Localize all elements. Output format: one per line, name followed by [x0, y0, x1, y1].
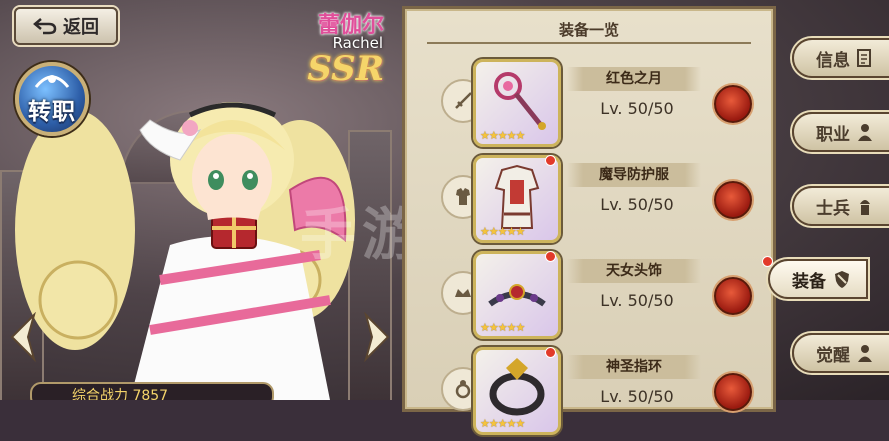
combat-power-label: 综合战力 7857 — [72, 385, 168, 400]
item-stars: ★★★★★ — [480, 321, 525, 334]
equipment-level: Lv. 50/50 — [600, 195, 674, 214]
enhance-button[interactable] — [714, 181, 752, 219]
equipment-level: Lv. 50/50 — [600, 387, 674, 406]
tab-equipment[interactable]: 装备 — [768, 259, 868, 299]
equipment-item-thumbnail[interactable]: ★★★★★ — [473, 347, 561, 435]
combat-power-bar: 综合战力 7857 — [30, 382, 274, 400]
job-change-icon — [34, 75, 70, 88]
equipment-name: 红色之月 — [567, 67, 701, 91]
person-icon — [858, 345, 872, 362]
job-change-button[interactable]: 转职 — [15, 62, 89, 136]
alert-dot — [545, 155, 556, 166]
tab-label: 士兵 — [816, 198, 850, 219]
tab-awaken[interactable]: 觉醒 — [792, 333, 889, 373]
back-button[interactable]: 返回 — [14, 7, 118, 45]
equipment-row[interactable]: ★★★★★ 魔导防护服 Lv. 50/50 — [405, 153, 773, 249]
title-divider — [427, 42, 751, 44]
tab-label: 装备 — [792, 271, 826, 292]
equipment-item-thumbnail[interactable]: ★★★★★ — [473, 59, 561, 147]
item-stars: ★★★★★ — [480, 225, 525, 238]
power-label-text: 综合战力 — [72, 388, 128, 400]
item-stars: ★★★★★ — [480, 129, 525, 142]
person-icon — [858, 124, 872, 141]
enhance-button[interactable] — [714, 277, 752, 315]
back-label: 返回 — [63, 17, 99, 38]
tab-label: 职业 — [816, 124, 850, 145]
equipment-item-thumbnail[interactable]: ★★★★★ — [473, 251, 561, 339]
alert-dot — [545, 251, 556, 262]
equipment-name: 天女头饰 — [567, 259, 701, 283]
rarity-badge: SSR — [307, 49, 384, 89]
tab-label: 信息 — [816, 50, 850, 71]
equipment-row[interactable]: ★★★★★ 天女头饰 Lv. 50/50 — [405, 249, 773, 345]
equipment-item-thumbnail[interactable]: ★★★★★ — [473, 155, 561, 243]
tab-alert-dot — [762, 256, 773, 267]
document-icon — [857, 49, 871, 67]
equipment-panel: 装备一览 ★★★★★ 红色之月 Lv. 50/50 ★★★★★ 魔导防护服 Lv… — [402, 6, 776, 435]
shield-icon — [835, 271, 849, 288]
equipment-name: 神圣指环 — [567, 355, 701, 379]
power-value-text: 7857 — [132, 388, 169, 400]
equipment-level: Lv. 50/50 — [600, 291, 674, 310]
tab-info[interactable]: 信息 — [792, 38, 889, 78]
equipment-name: 魔导防护服 — [567, 163, 701, 187]
previous-character-arrow-icon[interactable] — [6, 312, 40, 362]
tab-label: 觉醒 — [816, 345, 850, 366]
item-stars: ★★★★★ — [480, 417, 525, 430]
equipment-row[interactable]: ★★★★★ 神圣指环 Lv. 50/50 — [405, 345, 773, 441]
soldier-icon — [860, 200, 870, 215]
return-arrow-icon — [33, 18, 57, 35]
equipment-row[interactable]: ★★★★★ 红色之月 Lv. 50/50 — [405, 57, 773, 153]
alert-dot — [545, 347, 556, 358]
tab-soldier[interactable]: 士兵 — [792, 186, 889, 226]
job-change-label: 转职 — [28, 99, 76, 125]
tab-profession[interactable]: 职业 — [792, 112, 889, 152]
panel-title: 装备一览 — [558, 21, 619, 39]
enhance-button[interactable] — [714, 373, 752, 411]
equipment-level: Lv. 50/50 — [600, 99, 674, 118]
enhance-button[interactable] — [714, 85, 752, 123]
next-character-arrow-icon[interactable] — [360, 312, 394, 362]
